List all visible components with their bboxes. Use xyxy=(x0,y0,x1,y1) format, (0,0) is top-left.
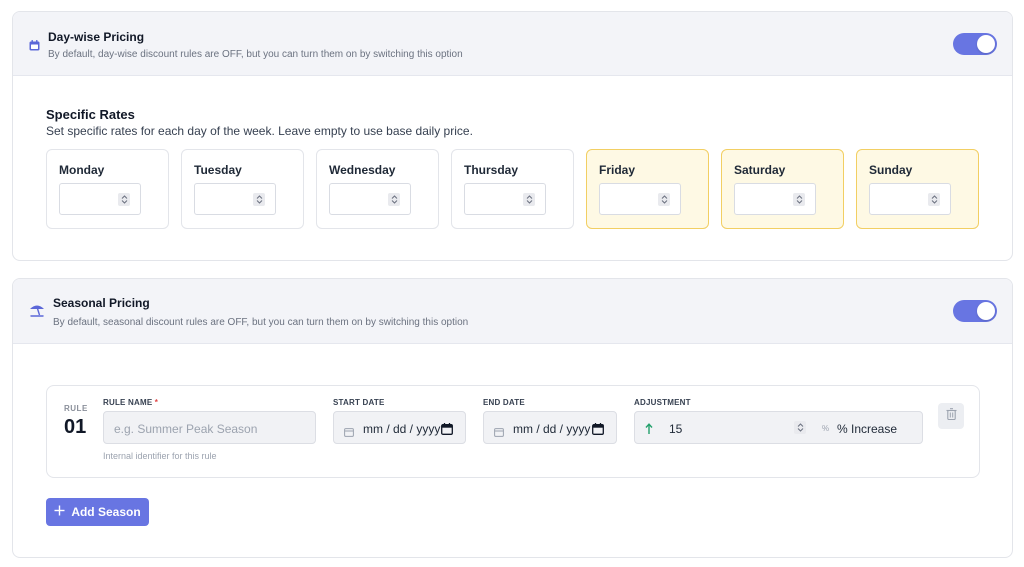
day-label: Thursday xyxy=(464,163,519,177)
daywise-pricing-card: Day-wise Pricing By default, day-wise di… xyxy=(12,11,1013,261)
seasonal-pricing-card: Seasonal Pricing By default, seasonal di… xyxy=(12,278,1013,558)
end-date-input[interactable]: mm / dd / yyyy xyxy=(483,411,617,444)
day-label: Sunday xyxy=(869,163,913,177)
seasonal-header: Seasonal Pricing By default, seasonal di… xyxy=(13,279,1012,344)
day-rate-input-sunday[interactable] xyxy=(869,183,951,215)
day-rate-input-tuesday[interactable] xyxy=(194,183,276,215)
trash-icon xyxy=(946,407,957,425)
adjustment-type-select[interactable]: % Increase xyxy=(837,422,897,436)
daywise-description: By default, day-wise discount rules are … xyxy=(48,49,463,60)
season-rule-row: RULE 01 RULE NAME * e.g. Summer Peak Sea… xyxy=(46,385,980,478)
day-rate-input-wednesday[interactable] xyxy=(329,183,411,215)
rule-name-placeholder: e.g. Summer Peak Season xyxy=(114,422,258,436)
specific-rates-subtitle: Set specific rates for each day of the w… xyxy=(46,124,473,138)
day-card-tuesday: Tuesday xyxy=(181,149,304,229)
rule-tag: RULE xyxy=(64,404,88,413)
toggle-knob xyxy=(977,302,995,320)
rule-name-hint: Internal identifier for this rule xyxy=(103,451,217,461)
arrow-up-icon xyxy=(645,422,653,440)
plus-icon xyxy=(54,505,65,519)
number-stepper-icon[interactable] xyxy=(928,193,940,206)
end-date-value: mm / dd / yyyy xyxy=(513,422,591,436)
number-stepper-icon[interactable] xyxy=(793,193,805,206)
day-rate-input-friday[interactable] xyxy=(599,183,681,215)
day-label: Wednesday xyxy=(329,163,396,177)
day-card-friday: Friday xyxy=(586,149,709,229)
start-date-value: mm / dd / yyyy xyxy=(363,422,441,436)
seasonal-title: Seasonal Pricing xyxy=(53,296,150,310)
start-date-label: START DATE xyxy=(333,398,385,407)
adjustment-stepper[interactable] xyxy=(794,421,806,434)
daywise-toggle[interactable] xyxy=(953,33,997,55)
day-rate-input-saturday[interactable] xyxy=(734,183,816,215)
day-label: Friday xyxy=(599,163,636,177)
adjustment-value[interactable]: 15 xyxy=(669,422,682,436)
percent-icon: % xyxy=(822,424,830,433)
adjustment-label: ADJUSTMENT xyxy=(634,398,691,407)
day-card-wednesday: Wednesday xyxy=(316,149,439,229)
number-stepper-icon[interactable] xyxy=(118,193,130,206)
required-mark: * xyxy=(154,398,159,407)
daywise-header: Day-wise Pricing By default, day-wise di… xyxy=(13,12,1012,76)
start-date-input[interactable]: mm / dd / yyyy xyxy=(333,411,466,444)
seasonal-toggle[interactable] xyxy=(953,300,997,322)
rule-name-input[interactable]: e.g. Summer Peak Season xyxy=(103,411,316,444)
end-date-label: END DATE xyxy=(483,398,525,407)
number-stepper-icon[interactable] xyxy=(388,193,400,206)
day-card-monday: Monday xyxy=(46,149,169,229)
day-label: Monday xyxy=(59,163,105,177)
calendar-icon xyxy=(29,38,40,56)
number-stepper-icon[interactable] xyxy=(523,193,535,206)
day-card-thursday: Thursday xyxy=(451,149,574,229)
calendar-picker-icon[interactable] xyxy=(441,422,453,440)
delete-rule-button[interactable] xyxy=(938,403,964,429)
day-rate-input-thursday[interactable] xyxy=(464,183,546,215)
day-label: Saturday xyxy=(734,163,786,177)
beach-umbrella-icon xyxy=(29,303,45,322)
adjustment-group: 15 % % Increase xyxy=(634,411,923,444)
day-card-sunday: Sunday xyxy=(856,149,979,229)
specific-rates-title: Specific Rates xyxy=(46,107,135,122)
calendar-small-icon xyxy=(344,424,354,442)
add-season-label: Add Season xyxy=(71,505,141,519)
day-label: Tuesday xyxy=(194,163,242,177)
rule-number: 01 xyxy=(64,416,87,438)
daywise-title: Day-wise Pricing xyxy=(48,30,145,44)
day-rate-input-monday[interactable] xyxy=(59,183,141,215)
calendar-picker-icon[interactable] xyxy=(592,422,604,440)
number-stepper-icon[interactable] xyxy=(658,193,670,206)
day-card-saturday: Saturday xyxy=(721,149,844,229)
calendar-small-icon xyxy=(494,424,504,442)
rule-name-label: RULE NAME * xyxy=(103,398,159,407)
add-season-button[interactable]: Add Season xyxy=(46,498,149,526)
seasonal-description: By default, seasonal discount rules are … xyxy=(53,317,469,328)
toggle-knob xyxy=(977,35,995,53)
number-stepper-icon[interactable] xyxy=(253,193,265,206)
